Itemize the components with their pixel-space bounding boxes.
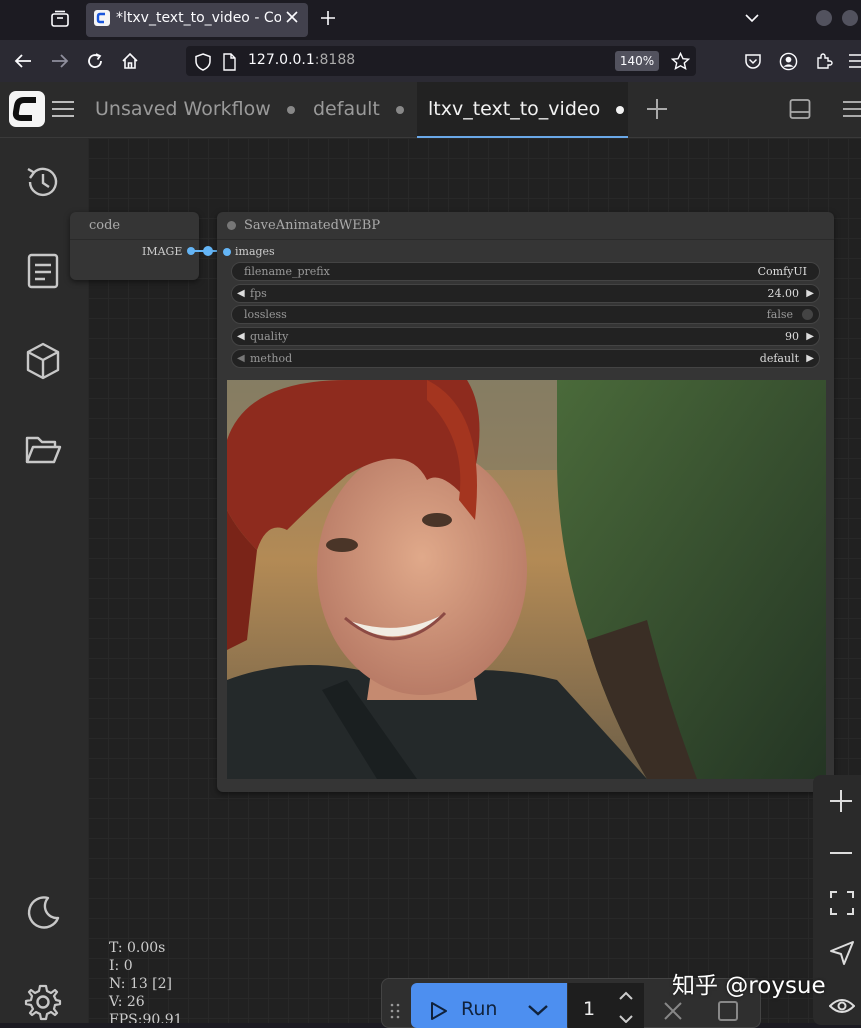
widget-lossless[interactable]: lossless false [231,305,820,324]
stat-fps: FPS:90.91 [109,1012,183,1023]
forward-arrow-icon[interactable] [50,52,70,70]
navigation-arrow-icon[interactable] [829,940,855,966]
queue-history-icon[interactable] [24,163,62,201]
browser-tab-title: *ltxv_text_to_video - ComfyUI [116,10,281,26]
output-slot-label: IMAGE [142,245,183,258]
model-library-cube-icon[interactable] [24,341,62,381]
tab-default[interactable]: default [303,82,415,138]
increment-arrow-icon[interactable]: ▶ [806,350,814,367]
widget-label: lossless [244,308,287,321]
stat-nodes: N: 13 [2] [109,976,173,992]
comfy-logo-icon[interactable] [9,91,45,127]
bottom-panel-toggle-icon[interactable] [789,98,811,120]
zoom-level-badge[interactable]: 140% [615,51,659,71]
settings-gear-icon[interactable] [24,983,62,1021]
cancel-x-icon[interactable] [663,1001,683,1021]
bookmark-star-icon[interactable] [671,52,690,71]
new-tab-icon[interactable] [320,10,336,26]
increment-arrow-icon[interactable]: ▶ [806,328,814,345]
decrement-arrow-icon[interactable]: ◀ [237,285,245,302]
widget-method[interactable]: ◀ method default ▶ [231,349,820,368]
theme-moon-icon[interactable] [24,894,62,932]
unsaved-dot-icon [616,105,625,114]
widget-label: fps [250,287,267,300]
reload-icon[interactable] [86,52,104,70]
node-title: code [89,218,121,233]
node-title-divider [70,239,199,240]
toggle-knob[interactable] [802,309,813,320]
workflows-folder-icon[interactable] [24,433,62,467]
widget-value: default [759,352,799,365]
extensions-icon[interactable] [815,52,833,70]
url-port: :8188 [314,52,356,68]
batch-count-value: 1 [583,998,596,1020]
decrement-arrow-icon[interactable]: ◀ [237,350,245,367]
node-title-divider [217,239,834,240]
widget-label: method [250,352,293,365]
tab-close-icon[interactable] [285,10,299,24]
stat-iterations: I: 0 [109,958,133,974]
play-icon [430,1001,448,1021]
stop-square-icon[interactable] [717,1000,739,1022]
widget-quality[interactable]: ◀ quality 90 ▶ [231,327,820,346]
widget-value: false [766,308,793,321]
app-menu-icon[interactable] [849,53,861,69]
shield-icon[interactable] [195,53,211,71]
output-preview-image[interactable] [227,380,826,779]
workflow-menu-icon[interactable] [52,100,74,118]
window-close-button[interactable] [842,10,858,26]
unsaved-dot-icon [286,105,295,114]
window-minimize-button[interactable] [816,10,832,26]
link-visibility-eye-icon[interactable] [829,997,855,1015]
new-workflow-plus-icon[interactable] [646,98,668,120]
pocket-icon[interactable] [744,53,762,70]
tab-label: ltxv_text_to_video [428,98,601,120]
decrement-arrow-icon[interactable]: ◀ [237,328,245,345]
zoom-out-minus-icon[interactable] [829,851,853,855]
widget-value: ComfyUI [757,265,807,278]
collapse-dot-icon[interactable] [227,221,236,230]
node-title: SaveAnimatedWEBP [244,218,381,233]
input-slot-label: images [235,245,275,258]
widget-label: filename_prefix [244,265,330,278]
widget-label: quality [250,330,289,343]
increment-arrow-icon[interactable]: ▶ [806,285,814,302]
page-info-icon[interactable] [222,53,236,71]
node-library-icon[interactable] [25,252,61,290]
widget-value: 90 [785,330,799,343]
home-icon[interactable] [121,52,139,70]
stat-time: T: 0.00s [109,940,166,956]
tab-label: default [313,98,380,120]
increment-chevron-icon[interactable] [618,991,634,1001]
fit-view-icon[interactable] [830,891,854,915]
run-label: Run [461,998,498,1020]
tab-ltxv-text-to-video[interactable]: ltxv_text_to_video [417,82,628,138]
watermark-text: 知乎 @roysue [672,973,826,999]
topbar-menu-icon[interactable] [843,100,861,118]
drag-handle-icon[interactable] [390,1003,400,1021]
tab-overview-icon[interactable] [50,9,70,29]
widget-filename-prefix[interactable]: filename_prefix ComfyUI [231,262,820,281]
comfy-favicon-icon [94,10,110,26]
back-arrow-icon[interactable] [13,52,33,70]
unsaved-dot-icon [395,105,404,114]
stat-vertices: V: 26 [109,994,145,1010]
zoom-in-plus-icon[interactable] [829,789,853,813]
widget-fps[interactable]: ◀ fps 24.00 ▶ [231,284,820,303]
tab-label: Unsaved Workflow [95,98,271,120]
tab-list-chevron-icon[interactable] [744,12,760,24]
decrement-chevron-icon[interactable] [618,1015,634,1023]
tab-unsaved-workflow[interactable]: Unsaved Workflow [86,82,299,138]
run-options-chevron-icon[interactable] [527,1003,549,1017]
account-icon[interactable] [779,52,798,71]
url-text: 127.0.0.1:8188 [248,52,355,68]
url-host: 127.0.0.1 [248,52,315,68]
input-slot[interactable] [223,248,231,256]
link-midpoint[interactable] [203,246,213,256]
widget-value: 24.00 [767,287,800,300]
